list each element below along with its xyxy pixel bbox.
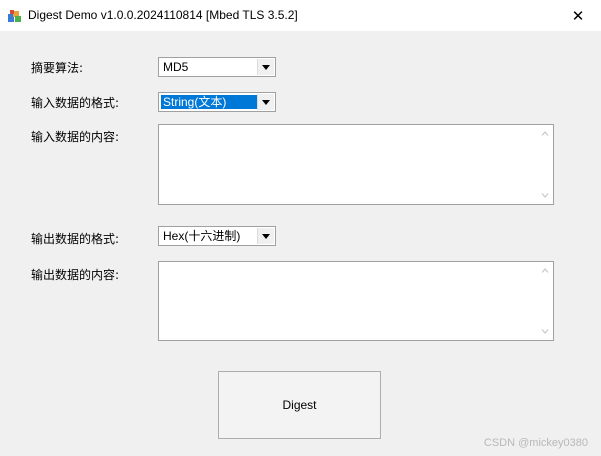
input-format-value: String(文本) (161, 95, 257, 109)
scroll-down-icon[interactable] (536, 323, 553, 340)
output-content-label: 输出数据的内容: (31, 268, 120, 282)
scroll-up-icon[interactable] (536, 125, 553, 142)
input-content-textarea[interactable] (158, 124, 554, 205)
output-format-label: 输出数据的格式: (31, 232, 120, 246)
output-scrollbar[interactable] (536, 262, 553, 340)
scroll-up-icon[interactable] (536, 262, 553, 279)
scroll-down-icon[interactable] (536, 187, 553, 204)
algorithm-select[interactable]: MD5 (158, 57, 276, 77)
input-format-label: 输入数据的格式: (31, 96, 120, 110)
output-content-textarea[interactable] (158, 261, 554, 341)
chevron-down-icon[interactable] (257, 94, 274, 110)
input-scrollbar[interactable] (536, 125, 553, 204)
chevron-down-icon[interactable] (257, 228, 274, 244)
watermark: CSDN @mickey0380 (483, 437, 588, 449)
digest-button[interactable]: Digest (218, 371, 381, 439)
chevron-down-icon[interactable] (257, 59, 274, 75)
algorithm-value: MD5 (163, 60, 189, 74)
output-format-select[interactable]: Hex(十六进制) (158, 226, 276, 246)
algorithm-label: 摘要算法: (31, 61, 84, 75)
title-bar: Digest Demo v1.0.0.2024110814 [Mbed TLS … (0, 0, 601, 31)
input-format-select[interactable]: String(文本) (158, 92, 276, 112)
window-title: Digest Demo v1.0.0.2024110814 [Mbed TLS … (28, 8, 298, 22)
close-icon: ✕ (571, 6, 585, 25)
output-format-value: Hex(十六进制) (163, 229, 241, 243)
app-icon (7, 8, 23, 24)
input-content-label: 输入数据的内容: (31, 130, 120, 144)
close-button[interactable]: ✕ (555, 0, 601, 31)
